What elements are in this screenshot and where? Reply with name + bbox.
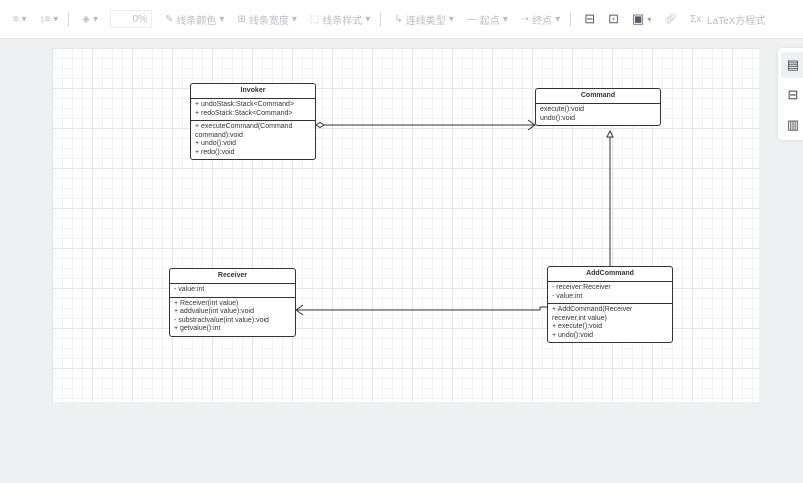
line-spacing-button[interactable]: ↕≡ ▾: [40, 14, 59, 25]
end-point-button[interactable]: ➝ 终点 ▾: [521, 12, 560, 27]
aggregation-diamond: [315, 121, 325, 129]
divider: [68, 12, 70, 26]
divider: [380, 12, 382, 26]
fill-bucket-icon: ◈: [82, 13, 90, 25]
line-width-label: 线条宽度: [248, 15, 289, 27]
method: + undo():void: [195, 140, 237, 147]
methods: + Receiver(int value) + addvalue(int val…: [170, 296, 295, 336]
method: + AddCommand(Receiver receiver,int value…: [552, 306, 633, 322]
diagram-canvas[interactable]: Invoker + undoStask:Stack<Command> + red…: [52, 48, 759, 402]
dashed-box-icon: ⬚: [309, 13, 320, 25]
line-width-button[interactable]: ⊞ 线条宽度 ▾: [237, 12, 296, 27]
method: + Receiver(int value): [174, 299, 239, 307]
methods: execute():void undo():void: [536, 104, 660, 125]
line-color-label: 线条颜色: [176, 15, 217, 27]
latex-button[interactable]: Σx LaTeX方程式: [690, 12, 765, 27]
methods: + executeCommand(Command command):void +…: [191, 120, 315, 159]
format-panel-icon[interactable]: ▤: [781, 52, 803, 78]
fill-color-button[interactable]: ◈ ▾: [82, 14, 98, 25]
side-panel: ▤ ⊟ ▥: [778, 48, 803, 140]
chart-panel-icon[interactable]: ▥: [781, 112, 803, 138]
divider: [570, 12, 572, 26]
method: undo():void: [540, 114, 576, 122]
link-icon[interactable]: 🔗︎: [664, 14, 677, 25]
line-color-button[interactable]: ✎ 线条颜色 ▾: [165, 12, 224, 27]
class-invoker[interactable]: Invoker + undoStask:Stack<Command> + red…: [190, 83, 316, 160]
pen-icon: ✎: [165, 13, 174, 25]
image-icon[interactable]: ⊡: [608, 11, 619, 27]
methods: + AddCommand(Receiver receiver,int value…: [548, 303, 672, 342]
frame-icon[interactable]: ▣ ▾: [632, 11, 651, 27]
method: + executeCommand(Command command):void: [195, 123, 293, 139]
line-style-label: 线条样式: [322, 15, 363, 27]
start-point-button[interactable]: — 起点 ▾: [467, 12, 508, 27]
layout-panel-icon[interactable]: ⊟: [781, 82, 803, 108]
line-style-button[interactable]: ⬚ 线条样式 ▾: [310, 12, 370, 27]
method: + getvalue():int: [174, 325, 221, 332]
align-button[interactable]: ≡ ▾: [13, 14, 27, 25]
attributes: - value:int: [170, 284, 295, 297]
class-command[interactable]: Command execute():void undo():void: [535, 88, 661, 126]
arrow-icon: ➝: [520, 13, 530, 25]
grid-icon: ⊞: [237, 13, 246, 25]
class-name: Command: [536, 89, 660, 104]
opacity-input[interactable]: 0%: [110, 10, 153, 28]
class-addcommand[interactable]: AddCommand - receiver:Receiver - value:i…: [547, 266, 673, 343]
attribute: + undoStask:Stack<Command>: [195, 101, 295, 108]
method: + undo():void: [552, 331, 594, 339]
line-icon: —: [466, 13, 477, 25]
class-name: Receiver: [170, 269, 295, 284]
start-point-label: 起点: [479, 15, 500, 27]
layout-icon[interactable]: ⊟: [584, 11, 595, 27]
method: execute():void: [540, 106, 584, 113]
toolbar: ≡ ▾ ↕≡ ▾ ◈ ▾ 0% ✎ 线条颜色 ▾ ⊞ 线条宽度 ▾ ⬚ 线条样式 ▾ …: [0, 0, 803, 39]
connector-type-button[interactable]: ↳ 连线类型 ▾: [394, 12, 453, 27]
end-point-label: 终点: [532, 15, 553, 27]
dependency-line[interactable]: [297, 306, 547, 311]
method: + addvalue(int value):void: [174, 308, 254, 315]
class-receiver[interactable]: Receiver - value:int + Receiver(int valu…: [169, 268, 296, 337]
method: + execute():void: [552, 323, 602, 330]
triangle-head: [606, 129, 614, 138]
class-name: Invoker: [191, 84, 315, 99]
latex-label: LaTeX方程式: [707, 15, 766, 27]
class-name: AddCommand: [548, 267, 672, 282]
method: - substractvalue(int value):void: [174, 316, 269, 324]
attributes: + undoStask:Stack<Command> + redoStack:S…: [191, 99, 315, 120]
attributes: - receiver:Receiver - value:int: [548, 282, 672, 303]
attribute: - value:int: [174, 286, 205, 293]
connector-type-label: 连线类型: [405, 15, 446, 27]
method: + redo():void: [195, 148, 235, 156]
attribute: - value:int: [552, 292, 583, 300]
connector-icon: ↳: [394, 13, 403, 25]
attribute: + redoStack:Stack<Command>: [195, 109, 293, 117]
attribute: - receiver:Receiver: [552, 284, 611, 291]
